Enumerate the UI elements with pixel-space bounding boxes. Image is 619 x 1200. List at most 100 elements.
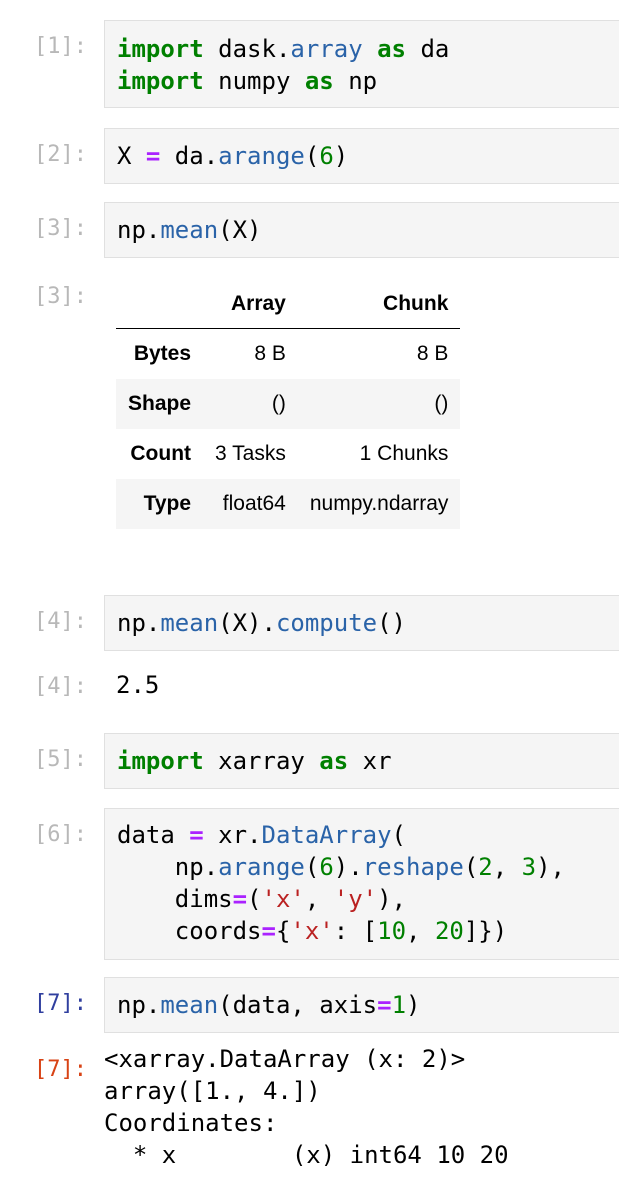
code-input[interactable]: np.mean(X).compute() bbox=[104, 595, 619, 651]
code-cell-2[interactable]: [2]: X = da.arange(6) bbox=[0, 128, 619, 184]
code-token: ), bbox=[377, 885, 407, 913]
code-token: DataArray bbox=[261, 821, 392, 849]
code-token: 6 bbox=[319, 853, 334, 881]
xarray-output: <xarray.DataArray (x: 2)> array([1., 4.]… bbox=[104, 1045, 509, 1169]
code-token: import bbox=[117, 35, 204, 63]
code-line: np.mean(X).compute() bbox=[117, 607, 406, 639]
code-input[interactable]: X = da.arange(6) bbox=[104, 128, 619, 184]
code-token: (data, axis bbox=[218, 991, 378, 1019]
code-token: 3 bbox=[521, 853, 537, 881]
code-token: ) bbox=[406, 991, 421, 1019]
code-token: import bbox=[117, 747, 204, 775]
code-line: dims=('x', 'y'), bbox=[117, 883, 565, 915]
chunk-cell: () bbox=[434, 392, 449, 415]
code-token: ]}) bbox=[463, 917, 508, 945]
code-token: : [ bbox=[333, 917, 378, 945]
code-token: 10 bbox=[377, 917, 407, 945]
code-input[interactable]: np.mean(data, axis=1) bbox=[104, 977, 619, 1033]
code-token: np bbox=[333, 67, 378, 95]
code-token: ( bbox=[247, 885, 262, 913]
code-token: , bbox=[492, 853, 522, 881]
table-row: Bytes 8 B 8 B bbox=[116, 329, 460, 380]
code-input[interactable]: import xarray as xr bbox=[104, 733, 619, 789]
code-token: 1 bbox=[391, 991, 407, 1019]
input-prompt: [2]: bbox=[34, 142, 87, 167]
code-text: X = da.arange(6) bbox=[117, 140, 348, 172]
array-cell: float64 bbox=[222, 492, 286, 515]
code-token: import bbox=[117, 67, 204, 95]
code-token: , bbox=[406, 917, 435, 945]
code-cell-7[interactable]: [7]: np.mean(data, axis=1) bbox=[0, 977, 619, 1033]
table-header-array: Array bbox=[203, 280, 298, 329]
code-token: dask. bbox=[203, 35, 291, 63]
output-prompt: [3]: bbox=[34, 284, 87, 309]
code-text: import xarray as xr bbox=[117, 745, 392, 777]
code-input[interactable]: np.mean(X) bbox=[104, 202, 619, 258]
code-token: 'x' bbox=[290, 917, 334, 945]
code-token: = bbox=[145, 142, 161, 170]
code-token: = bbox=[189, 821, 204, 849]
code-input[interactable]: data = xr.DataArray( np.arange(6).reshap… bbox=[104, 808, 619, 960]
code-token: ) bbox=[333, 142, 349, 170]
chunk-cell: 8 B bbox=[416, 342, 449, 365]
array-cell: 3 Tasks bbox=[215, 442, 286, 465]
chunk-cell: numpy.ndarray bbox=[309, 492, 449, 515]
code-token: mean bbox=[160, 991, 219, 1019]
input-prompt: [6]: bbox=[34, 822, 87, 847]
input-prompt: [4]: bbox=[34, 609, 87, 634]
code-token: np. bbox=[117, 853, 219, 881]
table-row: Shape () () bbox=[116, 379, 461, 429]
code-token: array bbox=[290, 35, 363, 63]
code-token: as bbox=[319, 747, 349, 775]
code-token: 6 bbox=[319, 142, 334, 170]
code-token: np. bbox=[117, 609, 161, 637]
code-cell-1[interactable]: [1]: import dask.array as da import numpy… bbox=[0, 20, 619, 110]
code-cell-3[interactable]: [3]: np.mean(X) bbox=[0, 202, 619, 258]
code-token: np. bbox=[117, 216, 161, 244]
row-label: Count bbox=[130, 442, 192, 465]
code-token: da. bbox=[160, 142, 219, 170]
code-line: X = da.arange(6) bbox=[117, 140, 348, 172]
array-cell: 8 B bbox=[254, 342, 286, 365]
code-token: , bbox=[304, 885, 334, 913]
code-line: np.arange(6).reshape(2, 3), bbox=[117, 851, 565, 883]
code-token: reshape bbox=[362, 853, 464, 881]
code-cell-6[interactable]: [6]: data = xr.DataArray( np.arange(6).r… bbox=[0, 808, 619, 960]
input-prompt: [1]: bbox=[34, 34, 87, 59]
input-prompt: [7]: bbox=[34, 991, 87, 1016]
code-input[interactable]: import dask.array as da import numpy as n… bbox=[104, 20, 619, 108]
code-cell-5[interactable]: [5]: import xarray as xr bbox=[0, 733, 619, 789]
code-line: np.mean(data, axis=1) bbox=[117, 989, 420, 1021]
code-token: xr bbox=[348, 747, 392, 775]
table-row: Type float64 numpy.ndarray bbox=[116, 479, 461, 529]
table-header-row: Array Chunk bbox=[116, 280, 461, 329]
output-value: 2.5 bbox=[116, 671, 160, 699]
table-row: Count 3 Tasks 1 Chunks bbox=[116, 429, 460, 479]
code-cell-4[interactable]: [4]: np.mean(X).compute() bbox=[0, 595, 619, 651]
code-token: () bbox=[377, 609, 407, 637]
code-token: arange bbox=[218, 853, 305, 881]
row-label: Bytes bbox=[133, 342, 192, 365]
dask-array-table: Array Chunk Bytes 8 B 8 B Shape () () Co… bbox=[116, 280, 461, 529]
code-token: dims bbox=[117, 885, 233, 913]
code-text: np.mean(X).compute() bbox=[117, 607, 406, 639]
code-token: as bbox=[304, 67, 334, 95]
code-token: compute bbox=[275, 609, 378, 637]
code-line: import dask.array as da bbox=[117, 33, 449, 65]
code-token: xr. bbox=[203, 821, 262, 849]
array-cell: () bbox=[271, 392, 286, 415]
code-token: X bbox=[117, 142, 146, 170]
code-token: xarray bbox=[203, 747, 320, 775]
code-token: = bbox=[232, 885, 248, 913]
code-token: 20 bbox=[434, 917, 464, 945]
code-token: = bbox=[261, 917, 276, 945]
code-token: ). bbox=[333, 853, 363, 881]
code-line: np.mean(X) bbox=[117, 214, 262, 246]
code-token: coords bbox=[117, 917, 262, 945]
code-token: { bbox=[275, 917, 291, 945]
code-token: np. bbox=[117, 991, 161, 1019]
output-prompt: [7]: bbox=[34, 1057, 87, 1082]
code-token: ( bbox=[463, 853, 479, 881]
code-token: ( bbox=[304, 853, 320, 881]
